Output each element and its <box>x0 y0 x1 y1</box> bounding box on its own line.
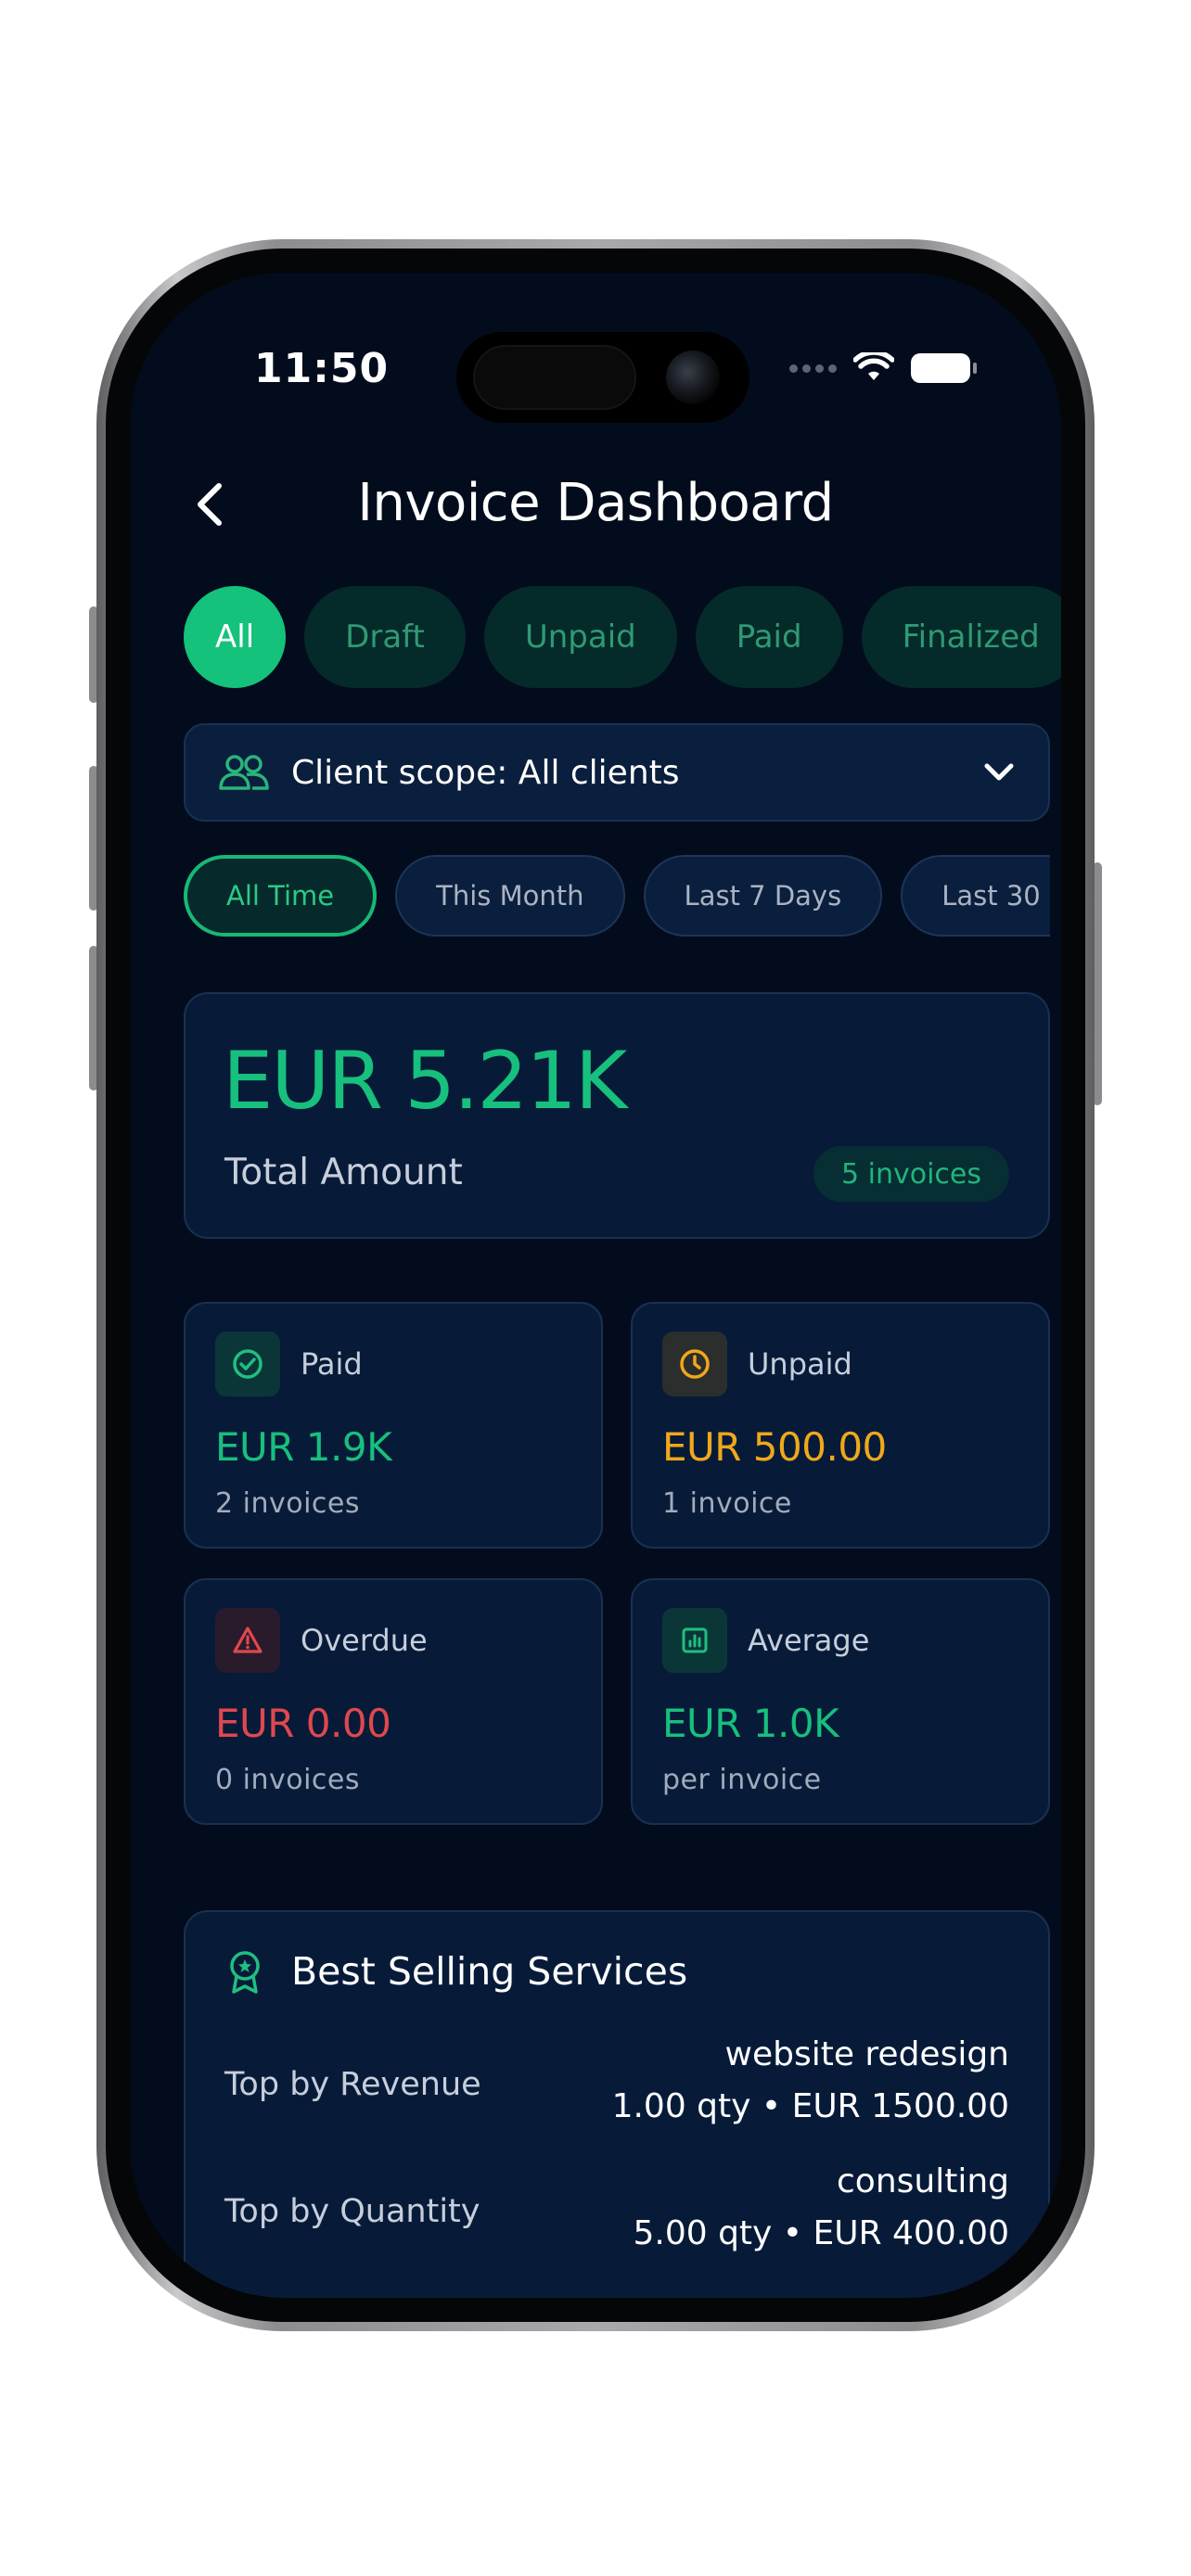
total-amount-card: EUR 5.21K Total Amount 5 invoices <box>184 992 1050 1239</box>
range-chip-last-7-days[interactable]: Last 7 Days <box>643 855 883 937</box>
top-revenue-label: Top by Revenue <box>224 2066 481 2103</box>
invoice-count-badge: 5 invoices <box>813 1146 1009 1202</box>
stat-value: EUR 1.9K <box>215 1424 392 1470</box>
bar-chart-icon <box>662 1608 727 1673</box>
stat-subtitle: 1 invoice <box>662 1487 792 1520</box>
chevron-down-icon <box>984 763 1014 781</box>
status-time: 11:50 <box>254 345 390 392</box>
award-badge-icon <box>230 1951 260 1994</box>
stat-card-average[interactable]: Average EUR 1.0K per invoice <box>631 1578 1050 1825</box>
client-scope-select[interactable]: Client scope: All clients <box>184 723 1050 822</box>
total-amount-value: EUR 5.21K <box>223 1035 627 1128</box>
clock-icon <box>662 1332 727 1396</box>
top-revenue-detail: 1.00 qty • EUR 1500.00 <box>611 2087 1009 2125</box>
dynamic-island <box>456 332 749 423</box>
filter-chip-all[interactable]: All <box>184 586 287 688</box>
top-revenue-name: website redesign <box>724 2035 1010 2073</box>
battery-icon <box>911 353 977 383</box>
top-revenue-value: website redesign 1.00 qty • EUR 1500.00 <box>612 2029 1009 2133</box>
stat-subtitle: 2 invoices <box>215 1487 360 1520</box>
status-icons <box>789 352 977 384</box>
status-filter-chips: All Draft Unpaid Paid Finalized <box>184 586 1061 688</box>
stat-title: Paid <box>301 1346 363 1382</box>
client-scope-label: Client scope: All clients <box>291 753 680 792</box>
stat-card-unpaid[interactable]: Unpaid EUR 500.00 1 invoice <box>631 1302 1050 1549</box>
range-chip-all-time[interactable]: All Time <box>184 855 378 937</box>
top-quantity-value: consulting 5.00 qty • EUR 400.00 <box>633 2156 1009 2260</box>
island-sensor <box>473 345 636 410</box>
best-selling-title: Best Selling Services <box>291 1949 688 1994</box>
stat-value: EUR 0.00 <box>215 1701 391 1746</box>
range-chip-last-30-days[interactable]: Last 30 Days <box>901 855 1050 937</box>
wifi-icon <box>853 352 894 380</box>
stat-title: Overdue <box>301 1623 428 1658</box>
screen: 11:50 Invoice Dashboard All Draft Unpaid… <box>130 273 1061 2298</box>
warning-triangle-icon <box>215 1608 280 1673</box>
page-title: Invoice Dashboard <box>357 473 834 533</box>
best-selling-card: Best Selling Services Top by Revenue web… <box>184 1910 1050 2298</box>
filter-chip-paid[interactable]: Paid <box>695 586 843 688</box>
stat-value: EUR 1.0K <box>662 1701 839 1746</box>
stat-title: Average <box>748 1623 870 1658</box>
stat-subtitle: 0 invoices <box>215 1764 360 1796</box>
users-icon <box>219 755 269 790</box>
top-quantity-label: Top by Quantity <box>224 2193 480 2230</box>
total-amount-label: Total Amount <box>224 1152 463 1193</box>
check-circle-icon <box>215 1332 280 1396</box>
stat-card-paid[interactable]: Paid EUR 1.9K 2 invoices <box>184 1302 603 1549</box>
stat-card-overdue[interactable]: Overdue EUR 0.00 0 invoices <box>184 1578 603 1825</box>
top-quantity-name: consulting <box>837 2162 1009 2200</box>
filter-chip-draft[interactable]: Draft <box>304 586 466 688</box>
phone-frame: 11:50 Invoice Dashboard All Draft Unpaid… <box>96 239 1095 2331</box>
stat-value: EUR 500.00 <box>662 1424 887 1470</box>
cellular-signal-icon <box>789 363 837 373</box>
time-range-scroller[interactable]: All Time This Month Last 7 Days Last 30 … <box>184 855 1050 940</box>
filter-chip-finalized[interactable]: Finalized <box>861 586 1061 688</box>
stat-title: Unpaid <box>748 1346 852 1382</box>
camera-icon <box>666 351 720 404</box>
stat-subtitle: per invoice <box>662 1764 822 1796</box>
filter-chip-unpaid[interactable]: Unpaid <box>483 586 677 688</box>
top-quantity-detail: 5.00 qty • EUR 400.00 <box>633 2214 1009 2252</box>
range-chip-this-month[interactable]: This Month <box>395 855 625 937</box>
phone-bezel: 11:50 Invoice Dashboard All Draft Unpaid… <box>106 249 1085 2322</box>
